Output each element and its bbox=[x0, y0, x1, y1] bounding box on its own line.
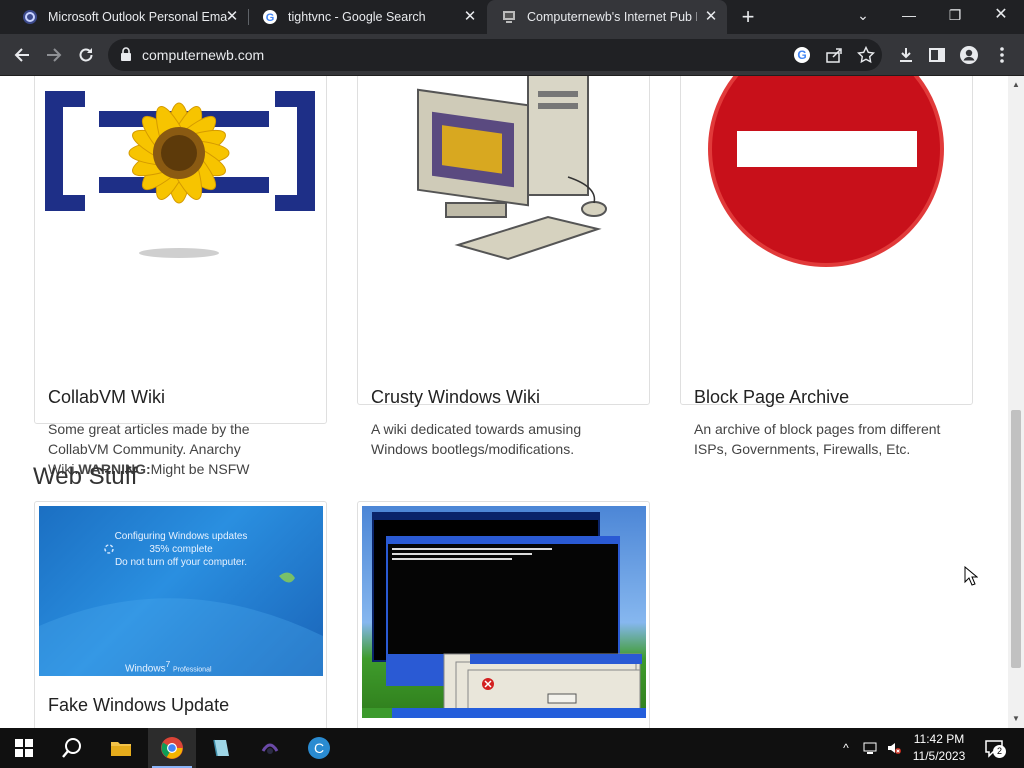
notes-app-icon bbox=[213, 739, 229, 757]
profile-button[interactable] bbox=[954, 40, 984, 70]
side-panel-icon bbox=[929, 48, 945, 62]
xp-error-screenshot bbox=[362, 506, 646, 718]
close-tab-icon[interactable]: ✕ bbox=[703, 9, 719, 25]
page-content: CollabVM Wiki Some great articles made b… bbox=[0, 76, 1008, 728]
scroll-down-arrow[interactable]: ▼ bbox=[1008, 712, 1024, 726]
close-tab-icon[interactable]: ✕ bbox=[224, 9, 240, 25]
profile-avatar-icon bbox=[960, 46, 978, 64]
folder-icon bbox=[111, 742, 131, 756]
search-icon bbox=[62, 738, 81, 758]
svg-text:G: G bbox=[266, 12, 275, 24]
start-button[interactable] bbox=[0, 728, 48, 768]
tab-search-button[interactable]: ⌄ bbox=[840, 0, 886, 30]
notification-center-icon[interactable]: 2 bbox=[984, 740, 1006, 758]
lock-icon bbox=[120, 47, 132, 66]
taskbar-file-explorer[interactable] bbox=[97, 728, 145, 768]
back-arrow-icon bbox=[14, 48, 29, 62]
new-tab-button[interactable]: + bbox=[735, 4, 761, 30]
back-button[interactable] bbox=[7, 40, 37, 70]
update-line-1: Configuring Windows updates bbox=[114, 531, 248, 542]
share-icon[interactable] bbox=[824, 45, 844, 65]
tab-google-search[interactable]: G tightvnc - Google Search ✕ bbox=[248, 0, 486, 34]
bookmark-star-icon[interactable] bbox=[856, 45, 876, 65]
taskbar-app-dark[interactable] bbox=[246, 728, 294, 768]
taskbar-app-c[interactable]: C bbox=[295, 728, 343, 768]
scroll-up-arrow[interactable]: ▲ bbox=[1008, 78, 1024, 92]
warning-text: Might be NSFW bbox=[150, 461, 250, 477]
windows-brand: Windows bbox=[125, 663, 166, 675]
forward-button[interactable] bbox=[39, 40, 69, 70]
taskbar-clock[interactable]: 11:42 PM 11/5/2023 bbox=[907, 731, 971, 765]
chrome-icon bbox=[161, 737, 183, 759]
card-description: An archive of block pages from different… bbox=[694, 421, 941, 457]
volume-muted-icon[interactable] bbox=[886, 740, 902, 756]
retro-computer-image bbox=[398, 76, 618, 267]
windows-taskbar: C ^ 11:42 PM 11/5/2023 2 bbox=[0, 728, 1024, 768]
taskbar-chrome[interactable] bbox=[148, 728, 196, 768]
close-tab-icon[interactable]: ✕ bbox=[462, 9, 478, 25]
download-icon bbox=[900, 48, 912, 62]
tab-strip: Microsoft Outlook Personal Ema ✕ G tight… bbox=[0, 0, 1024, 34]
taskbar-app-notes[interactable] bbox=[197, 728, 245, 768]
windows-version: 7 bbox=[165, 659, 171, 669]
browser-toolbar: computernewb.com G bbox=[0, 34, 1024, 76]
svg-text:C: C bbox=[314, 740, 324, 756]
svg-text:G: G bbox=[797, 48, 806, 62]
tab-title: Microsoft Outlook Personal Ema bbox=[48, 10, 228, 24]
card-description: A wiki dedicated towards amusing Windows… bbox=[371, 421, 582, 457]
close-window-button[interactable]: ✕ bbox=[978, 0, 1024, 30]
windows-logo-icon bbox=[15, 739, 33, 757]
card-block-page-archive[interactable]: Block Page Archive An archive of block p… bbox=[680, 76, 973, 457]
card-xp-screenshot[interactable] bbox=[357, 501, 650, 728]
clock-time: 11:42 PM bbox=[913, 732, 965, 746]
notification-count-badge: 2 bbox=[993, 745, 1006, 758]
reload-icon bbox=[79, 48, 93, 62]
sunflower-logo-image bbox=[39, 76, 324, 267]
card-title[interactable]: CollabVM Wiki bbox=[48, 387, 165, 408]
windows-7-logo: Windows7 Professional bbox=[125, 659, 212, 674]
no-entry-sign-image bbox=[701, 76, 951, 269]
section-title-web-stuff: Web Stuff bbox=[33, 463, 138, 490]
restore-button[interactable]: ❐ bbox=[932, 0, 978, 30]
google-lens-icon[interactable]: G bbox=[792, 45, 812, 65]
tab-outlook[interactable]: Microsoft Outlook Personal Ema ✕ bbox=[8, 0, 248, 34]
network-icon[interactable] bbox=[862, 740, 878, 756]
downloads-button[interactable] bbox=[891, 40, 921, 70]
show-hidden-icons-chevron-icon[interactable]: ^ bbox=[838, 740, 854, 756]
windows-update-screenshot: Configuring Windows updates 35% complete… bbox=[39, 506, 323, 676]
card-title[interactable]: Crusty Windows Wiki bbox=[371, 387, 540, 408]
c-app-icon: C bbox=[308, 737, 330, 759]
windows-edition: Professional bbox=[173, 666, 212, 674]
clock-date: 11/5/2023 bbox=[912, 749, 966, 763]
dark-app-icon bbox=[261, 743, 279, 754]
update-line-3: Do not turn off your computer. bbox=[114, 557, 248, 568]
card-title[interactable]: Block Page Archive bbox=[694, 387, 849, 408]
card-fake-windows-update[interactable]: Configuring Windows updates 35% complete… bbox=[34, 501, 327, 728]
side-panel-button[interactable] bbox=[922, 40, 952, 70]
computernewb-icon bbox=[501, 9, 517, 25]
search-button[interactable] bbox=[48, 728, 96, 768]
minimize-button[interactable]: — bbox=[886, 0, 932, 30]
mouse-cursor-icon bbox=[964, 565, 979, 591]
card-collabvm-wiki[interactable]: CollabVM Wiki Some great articles made b… bbox=[34, 76, 327, 477]
url-text: computernewb.com bbox=[142, 47, 265, 63]
update-line-2: 35% complete bbox=[149, 544, 213, 555]
page-scrollbar[interactable]: ▲ ▼ bbox=[1008, 76, 1024, 728]
tab-computernewb[interactable]: Computernewb's Internet Pub H ✕ bbox=[487, 0, 727, 34]
reload-button[interactable] bbox=[71, 40, 101, 70]
address-bar[interactable]: computernewb.com G bbox=[108, 39, 882, 71]
outlook-icon bbox=[22, 9, 38, 25]
more-vert-icon bbox=[1000, 47, 1004, 63]
tab-title: tightvnc - Google Search bbox=[288, 10, 426, 24]
forward-arrow-icon bbox=[47, 48, 62, 62]
card-title[interactable]: Fake Windows Update bbox=[48, 695, 229, 716]
menu-button[interactable] bbox=[987, 40, 1017, 70]
tab-title: Computernewb's Internet Pub H bbox=[527, 10, 697, 24]
card-crusty-windows-wiki[interactable]: Crusty Windows Wiki A wiki dedicated tow… bbox=[357, 76, 650, 457]
scrollbar-thumb[interactable] bbox=[1011, 410, 1021, 668]
google-icon: G bbox=[262, 9, 278, 25]
